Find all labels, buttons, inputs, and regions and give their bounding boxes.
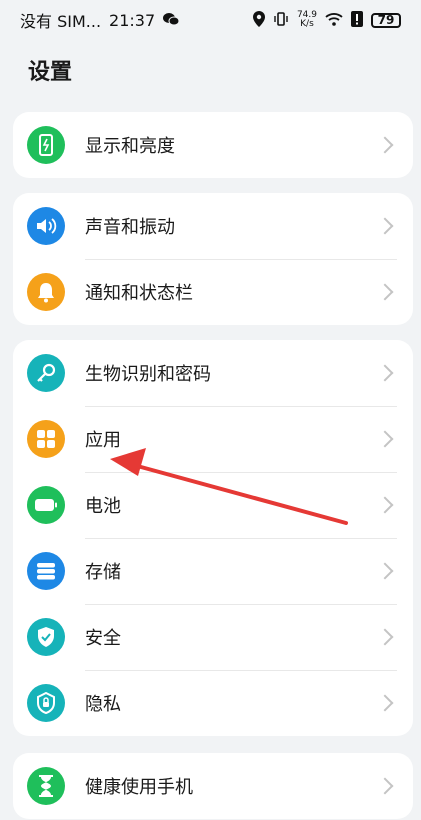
- settings-item-sound[interactable]: 声音和振动: [13, 193, 413, 259]
- settings-item-security[interactable]: 安全: [13, 604, 413, 670]
- settings-item-label: 声音和振动: [85, 217, 175, 238]
- sound-icon: [27, 207, 65, 245]
- vibrate-icon: [273, 11, 289, 30]
- settings-item-storage[interactable]: 存储: [13, 538, 413, 604]
- settings-item-label: 通知和状态栏: [85, 283, 193, 304]
- settings-item-label: 隐私: [85, 694, 121, 715]
- settings-group-display: 显示和亮度: [13, 112, 413, 178]
- privacy-lock-icon: [27, 684, 65, 722]
- battery-icon: [27, 486, 65, 524]
- chevron-right-icon: [376, 283, 394, 301]
- settings-item-biometrics[interactable]: 生物识别和密码: [13, 340, 413, 406]
- page-title: 设置: [28, 60, 73, 85]
- chevron-right-icon: [376, 694, 394, 712]
- location-icon: [252, 10, 265, 30]
- settings-item-label: 安全: [85, 628, 121, 649]
- settings-item-label: 电池: [85, 496, 121, 517]
- wechat-icon: [163, 11, 180, 30]
- key-icon: [27, 354, 65, 392]
- clock: 21:37: [109, 10, 156, 30]
- settings-group-wellbeing: 健康使用手机: [13, 753, 413, 819]
- chevron-right-icon: [376, 777, 394, 795]
- chevron-right-icon: [376, 562, 394, 580]
- chevron-right-icon: [376, 136, 394, 154]
- network-speed: 74.9 K/s: [297, 11, 317, 29]
- chevron-right-icon: [376, 364, 394, 382]
- bell-icon: [27, 273, 65, 311]
- settings-item-apps[interactable]: 应用: [13, 406, 413, 472]
- settings-item-battery[interactable]: 电池: [13, 472, 413, 538]
- apps-icon: [27, 420, 65, 458]
- display-icon: [27, 126, 65, 164]
- settings-group-sound: 声音和振动 通知和状态栏: [13, 193, 413, 325]
- chevron-right-icon: [376, 628, 394, 646]
- settings-item-label: 存储: [85, 562, 121, 583]
- settings-item-digital-wellbeing[interactable]: 健康使用手机: [13, 753, 413, 819]
- net-speed-unit: K/s: [300, 19, 314, 29]
- storage-icon: [27, 552, 65, 590]
- alert-icon: [351, 10, 363, 30]
- settings-item-display[interactable]: 显示和亮度: [13, 112, 413, 178]
- settings-item-label: 健康使用手机: [85, 777, 193, 798]
- chevron-right-icon: [376, 496, 394, 514]
- settings-item-label: 显示和亮度: [85, 136, 175, 157]
- settings-item-label: 应用: [85, 430, 121, 451]
- hourglass-icon: [27, 767, 65, 805]
- wifi-icon: [325, 12, 343, 29]
- carrier-text: 没有 SIM...: [20, 12, 102, 31]
- settings-item-label: 生物识别和密码: [85, 364, 211, 385]
- battery-indicator: 79: [371, 12, 401, 28]
- chevron-right-icon: [376, 217, 394, 235]
- chevron-right-icon: [376, 430, 394, 448]
- shield-icon: [27, 618, 65, 656]
- settings-group-system: 生物识别和密码 应用 电池 存储 安全 隐私: [13, 340, 413, 736]
- settings-item-notifications[interactable]: 通知和状态栏: [13, 259, 413, 325]
- status-bar: 没有 SIM... 21:37 74.9 K/s 79: [0, 0, 421, 40]
- settings-item-privacy[interactable]: 隐私: [13, 670, 413, 736]
